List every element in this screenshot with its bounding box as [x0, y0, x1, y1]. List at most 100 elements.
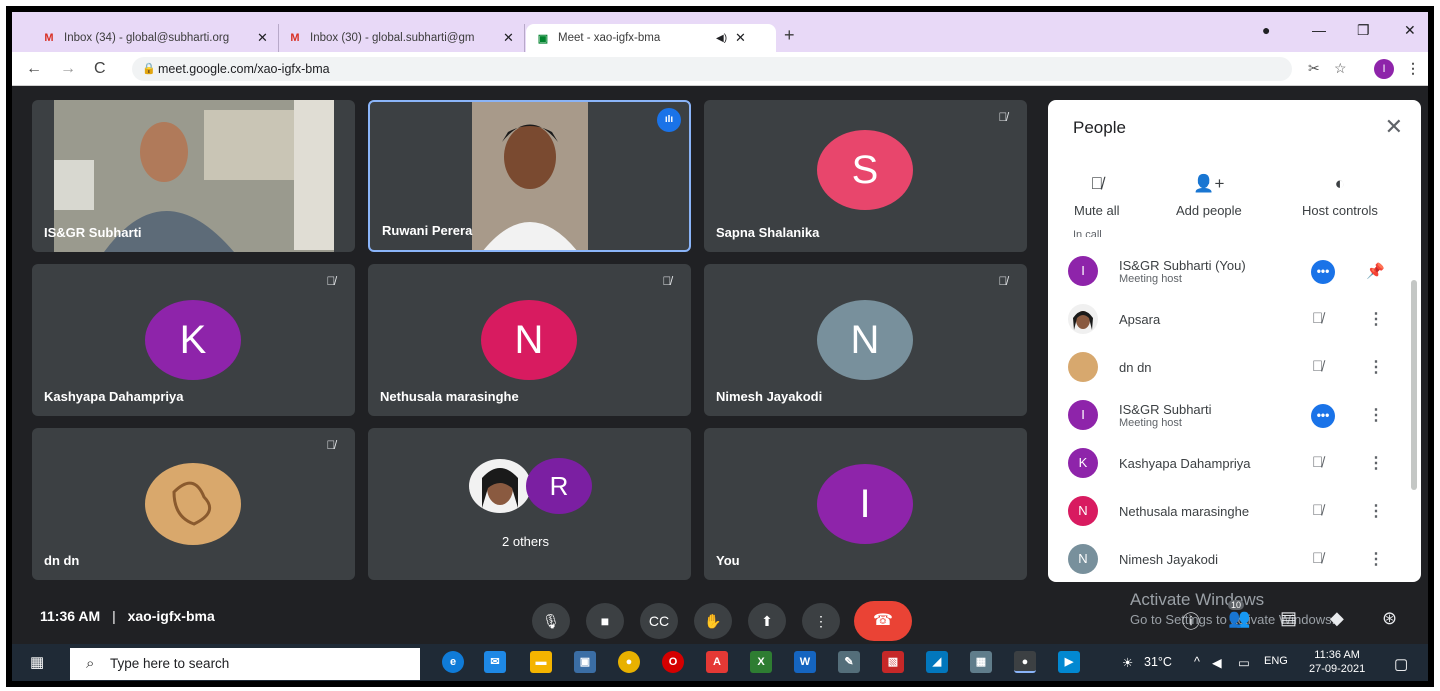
more-options-button[interactable]: ⋮: [802, 603, 840, 639]
language-indicator[interactable]: ENG: [1264, 655, 1288, 667]
avatar: N: [1068, 496, 1098, 526]
mic-button[interactable]: 🎙: [532, 603, 570, 639]
paint-icon[interactable]: ✎: [838, 651, 860, 673]
captions-button[interactable]: CC: [640, 603, 678, 639]
more-options-icon[interactable]: •••: [1311, 260, 1335, 284]
snipping-tool-icon[interactable]: ◢: [926, 651, 948, 673]
mic-off-icon: 🎙̸: [998, 110, 1008, 124]
profile-avatar[interactable]: I: [1374, 59, 1394, 79]
kebab-menu-icon[interactable]: ⋮: [1368, 501, 1384, 521]
minimize-icon[interactable]: —: [1312, 22, 1326, 38]
windows-start-icon[interactable]: ▦: [30, 653, 44, 671]
chrome-icon[interactable]: ●: [618, 651, 640, 673]
mic-off-icon[interactable]: 🎙̸: [1312, 502, 1323, 519]
opera-icon[interactable]: O: [662, 651, 684, 673]
panel-title: People: [1073, 118, 1126, 137]
kebab-menu-icon[interactable]: ⋮: [1368, 309, 1384, 329]
close-tab-icon[interactable]: ✕: [257, 30, 268, 46]
mic-off-icon[interactable]: 🎙̸: [1312, 358, 1323, 375]
host-controls-icon[interactable]: ⊛: [1382, 608, 1397, 629]
chat-icon[interactable]: ▤: [1280, 608, 1297, 629]
host-controls-button[interactable]: ◐ Host controls: [1302, 174, 1378, 218]
list-item[interactable]: N Nimesh Jayakodi 🎙̸ ⋮: [1048, 540, 1408, 580]
reload-icon[interactable]: C: [94, 60, 106, 78]
pin-icon[interactable]: 📌: [1366, 262, 1385, 280]
kebab-menu-icon[interactable]: ⋮: [1368, 357, 1384, 377]
meeting-details-icon[interactable]: ⓘ: [1182, 608, 1200, 634]
kebab-menu-icon[interactable]: ⋮: [1368, 549, 1384, 569]
acrobat-icon[interactable]: A: [706, 651, 728, 673]
list-item[interactable]: I IS&GR Subharti Meeting host ••• ⋮: [1048, 396, 1408, 436]
camera-blocked-icon[interactable]: ✂: [1308, 60, 1320, 77]
tab-meet[interactable]: ▣ Meet - xao-igfx-bma ◀) ✕: [526, 24, 776, 52]
participant-tile-nimesh[interactable]: N 🎙̸ Nimesh Jayakodi: [704, 264, 1027, 416]
tab-search-icon[interactable]: ●: [1262, 22, 1270, 38]
bookmark-star-icon[interactable]: ☆: [1334, 60, 1347, 77]
close-tab-icon[interactable]: ✕: [735, 30, 746, 46]
network-icon[interactable]: ▭: [1238, 655, 1250, 670]
temperature: 31°C: [1144, 655, 1172, 669]
audio-playing-icon[interactable]: ◀): [716, 33, 727, 44]
tab-inbox-2[interactable]: M Inbox (30) - global.subharti@gm ✕: [278, 24, 525, 52]
list-item[interactable]: I IS&GR Subharti (You) Meeting host ••• …: [1048, 252, 1408, 292]
edge-icon[interactable]: e: [442, 651, 464, 673]
list-item[interactable]: K Kashyapa Dahampriya 🎙̸ ⋮: [1048, 444, 1408, 484]
list-item[interactable]: dn dn 🎙̸ ⋮: [1048, 348, 1408, 388]
close-tab-icon[interactable]: ✕: [503, 30, 514, 46]
participant-tile-you[interactable]: I You: [704, 428, 1027, 580]
tray-expand-icon[interactable]: ^: [1194, 655, 1200, 669]
participant-tile-kashyapa[interactable]: K 🎙̸ Kashyapa Dahampriya: [32, 264, 355, 416]
participant-tile-sapna[interactable]: S 🎙̸ Sapna Shalanika: [704, 100, 1027, 252]
calculator-icon[interactable]: ▦: [970, 651, 992, 673]
url-text: meet.google.com/xao-igfx-bma: [158, 62, 330, 76]
search-placeholder: Type here to search: [110, 656, 230, 671]
file-explorer-icon[interactable]: ▬: [530, 651, 552, 673]
mute-all-button[interactable]: 🎙̸ Mute all: [1074, 174, 1120, 218]
people-icon[interactable]: 👥: [1228, 608, 1250, 629]
restore-icon[interactable]: ❐: [1357, 22, 1370, 39]
kebab-menu-icon[interactable]: ⋮: [1368, 405, 1384, 425]
more-options-icon[interactable]: •••: [1311, 404, 1335, 428]
toggle-icon: ◐: [1334, 174, 1346, 193]
close-panel-icon[interactable]: ✕: [1385, 114, 1403, 140]
leave-call-button[interactable]: ☎: [854, 601, 912, 641]
store-icon[interactable]: ▣: [574, 651, 596, 673]
url-bar[interactable]: 🔒 meet.google.com/xao-igfx-bma: [132, 57, 1292, 81]
media-player-icon[interactable]: ▶: [1058, 651, 1080, 673]
excel-icon[interactable]: X: [750, 651, 772, 673]
chrome-active-icon[interactable]: ●: [1014, 651, 1036, 673]
back-icon[interactable]: ←: [26, 60, 42, 78]
raise-hand-button[interactable]: ✋: [694, 603, 732, 639]
mail-icon[interactable]: ✉: [484, 651, 506, 673]
participant-tile-dndn[interactable]: 🎙̸ dn dn: [32, 428, 355, 580]
participant-tile-others[interactable]: R 2 others: [368, 428, 691, 580]
scrollbar[interactable]: [1411, 280, 1417, 490]
taskbar-search-input[interactable]: ⌕ Type here to search: [70, 648, 420, 680]
word-icon[interactable]: W: [794, 651, 816, 673]
weather-icon[interactable]: ☀: [1122, 655, 1133, 670]
participant-tile-nethusala[interactable]: N 🎙̸ Nethusala marasinghe: [368, 264, 691, 416]
notifications-icon[interactable]: ▢: [1394, 655, 1408, 673]
new-tab-button[interactable]: +: [784, 25, 795, 46]
kebab-menu-icon[interactable]: ⋮: [1368, 453, 1384, 473]
list-item[interactable]: Apsara 🎙̸ ⋮: [1048, 300, 1408, 340]
camera-button[interactable]: ■: [586, 603, 624, 639]
meeting-code: xao-igfx-bma: [127, 608, 215, 624]
mic-off-icon[interactable]: 🎙̸: [1312, 310, 1323, 327]
volume-icon[interactable]: ◀: [1212, 655, 1222, 670]
add-people-button[interactable]: 👤+ Add people: [1176, 174, 1242, 218]
present-button[interactable]: ⬆: [748, 603, 786, 639]
participant-tile-ruwani[interactable]: ıIı Ruwani Perera: [368, 100, 691, 252]
participant-tile-isgr[interactable]: IS&GR Subharti: [32, 100, 355, 252]
mic-off-icon[interactable]: 🎙̸: [1312, 454, 1323, 471]
menu-kebab-icon[interactable]: ⋮: [1406, 60, 1420, 77]
mic-off-icon[interactable]: 🎙̸: [1312, 550, 1323, 567]
taskbar-clock[interactable]: 11:36 AM 27-09-2021: [1309, 648, 1365, 676]
list-item[interactable]: N Nethusala marasinghe 🎙̸ ⋮: [1048, 492, 1408, 532]
avatar-photo: [469, 459, 531, 513]
forward-icon[interactable]: →: [60, 60, 76, 78]
close-window-icon[interactable]: ✕: [1404, 22, 1416, 39]
activities-icon[interactable]: ◆: [1330, 608, 1344, 629]
tab-inbox-1[interactable]: M Inbox (34) - global@subharti.org ✕: [32, 24, 279, 52]
photos-icon[interactable]: ▧: [882, 651, 904, 673]
